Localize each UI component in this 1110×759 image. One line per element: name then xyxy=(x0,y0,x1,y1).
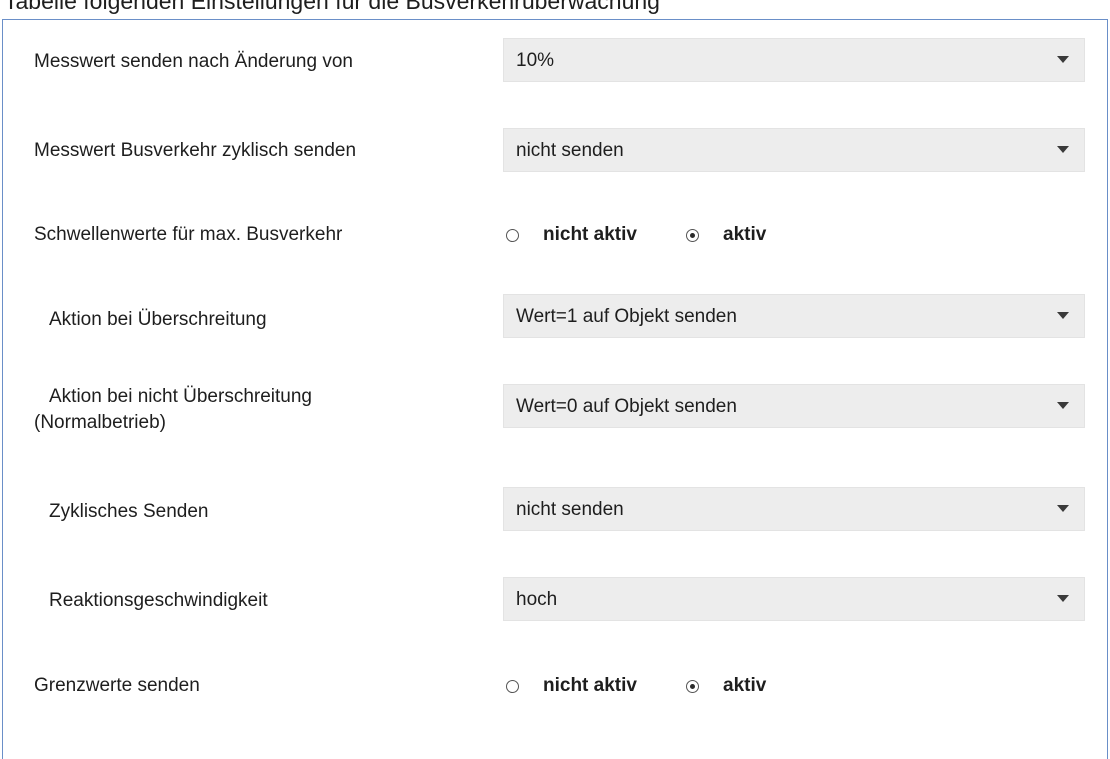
dropdown-value: 10% xyxy=(516,50,555,71)
cyclic-send-dropdown[interactable]: nicht senden xyxy=(503,128,1085,172)
caption-text: Tabelle folgenden Einstellungen für die … xyxy=(4,0,660,14)
setting-label: Zyklisches Senden xyxy=(49,501,209,522)
send-on-change-dropdown[interactable]: 10% xyxy=(503,38,1085,82)
normal-action-dropdown[interactable]: Wert=0 auf Objekt senden xyxy=(503,384,1085,428)
dropdown-value: nicht senden xyxy=(516,499,624,520)
chevron-down-icon xyxy=(1057,595,1069,602)
reaction-speed-dropdown[interactable]: hoch xyxy=(503,577,1085,621)
dropdown-value: Wert=1 auf Objekt senden xyxy=(516,306,737,327)
setting-label: Messwert Busverkehr zyklisch senden xyxy=(34,140,357,161)
setting-label-line1: Aktion bei nicht Überschreitung xyxy=(49,386,312,407)
radio-label: aktiv xyxy=(723,224,767,245)
exceed-action-dropdown[interactable]: Wert=1 auf Objekt senden xyxy=(503,294,1085,338)
setting-label-line2: (Normalbetrieb) xyxy=(34,412,166,433)
setting-label: Aktion bei Überschreitung xyxy=(49,309,267,330)
dropdown-value: Wert=0 auf Objekt senden xyxy=(516,396,737,417)
chevron-down-icon xyxy=(1057,505,1069,512)
chevron-down-icon xyxy=(1057,146,1069,153)
setting-label: Reaktionsgeschwindigkeit xyxy=(49,590,268,611)
setting-label: Grenzwerte senden xyxy=(34,675,200,696)
setting-label: Schwellenwerte für max. Busverkehr xyxy=(34,224,343,245)
radio-label: nicht aktiv xyxy=(543,675,637,696)
dropdown-value: hoch xyxy=(516,589,558,610)
limit-radio-aktiv[interactable]: aktiv xyxy=(686,673,776,703)
radio-label: aktiv xyxy=(723,675,767,696)
radio-off-icon xyxy=(506,680,519,693)
dropdown-value: nicht senden xyxy=(516,140,624,161)
limit-radio-nicht-aktiv[interactable]: nicht aktiv xyxy=(506,673,676,703)
radio-on-icon xyxy=(686,680,699,693)
chevron-down-icon xyxy=(1057,56,1069,63)
cyclic-dropdown[interactable]: nicht senden xyxy=(503,487,1085,531)
setting-label: Messwert senden nach Änderung von xyxy=(34,51,353,72)
setting-label: Aktion bei nicht Überschreitung (Normalb… xyxy=(34,384,312,436)
radio-label: nicht aktiv xyxy=(543,224,637,245)
radio-on-icon xyxy=(686,229,699,242)
threshold-radio-nicht-aktiv[interactable]: nicht aktiv xyxy=(506,222,676,252)
radio-off-icon xyxy=(506,229,519,242)
threshold-radio-aktiv[interactable]: aktiv xyxy=(686,222,776,252)
chevron-down-icon xyxy=(1057,312,1069,319)
chevron-down-icon xyxy=(1057,402,1069,409)
